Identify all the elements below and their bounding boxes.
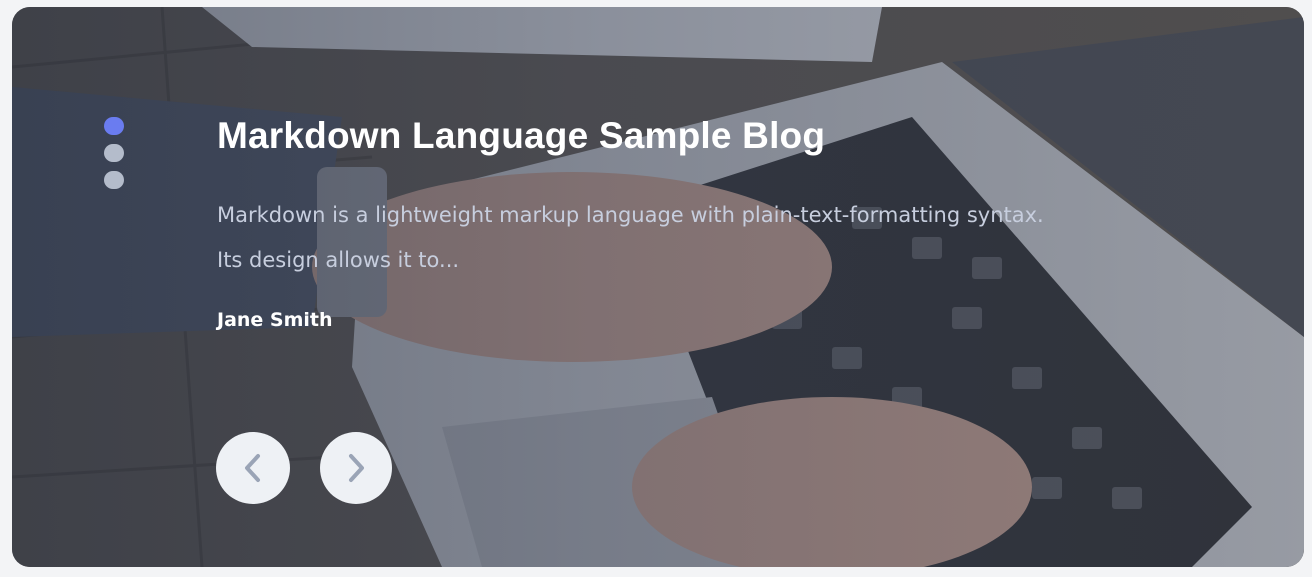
slide-dot-1[interactable] [104,117,124,135]
chevron-left-icon [245,454,260,482]
slide-dot-3[interactable] [104,171,124,189]
post-author: Jane Smith [217,309,333,331]
chevron-right-icon [349,454,364,482]
slide-dot-2[interactable] [104,144,124,162]
previous-slide-button[interactable] [216,432,290,504]
post-title[interactable]: Markdown Language Sample Blog [217,115,825,157]
next-slide-button[interactable] [320,432,392,504]
featured-post-slider: Markdown Language Sample Blog Markdown i… [12,7,1304,567]
post-excerpt: Markdown is a lightweight markup languag… [217,203,1044,272]
image-overlay [12,7,1304,567]
slide-indicator [104,117,124,189]
